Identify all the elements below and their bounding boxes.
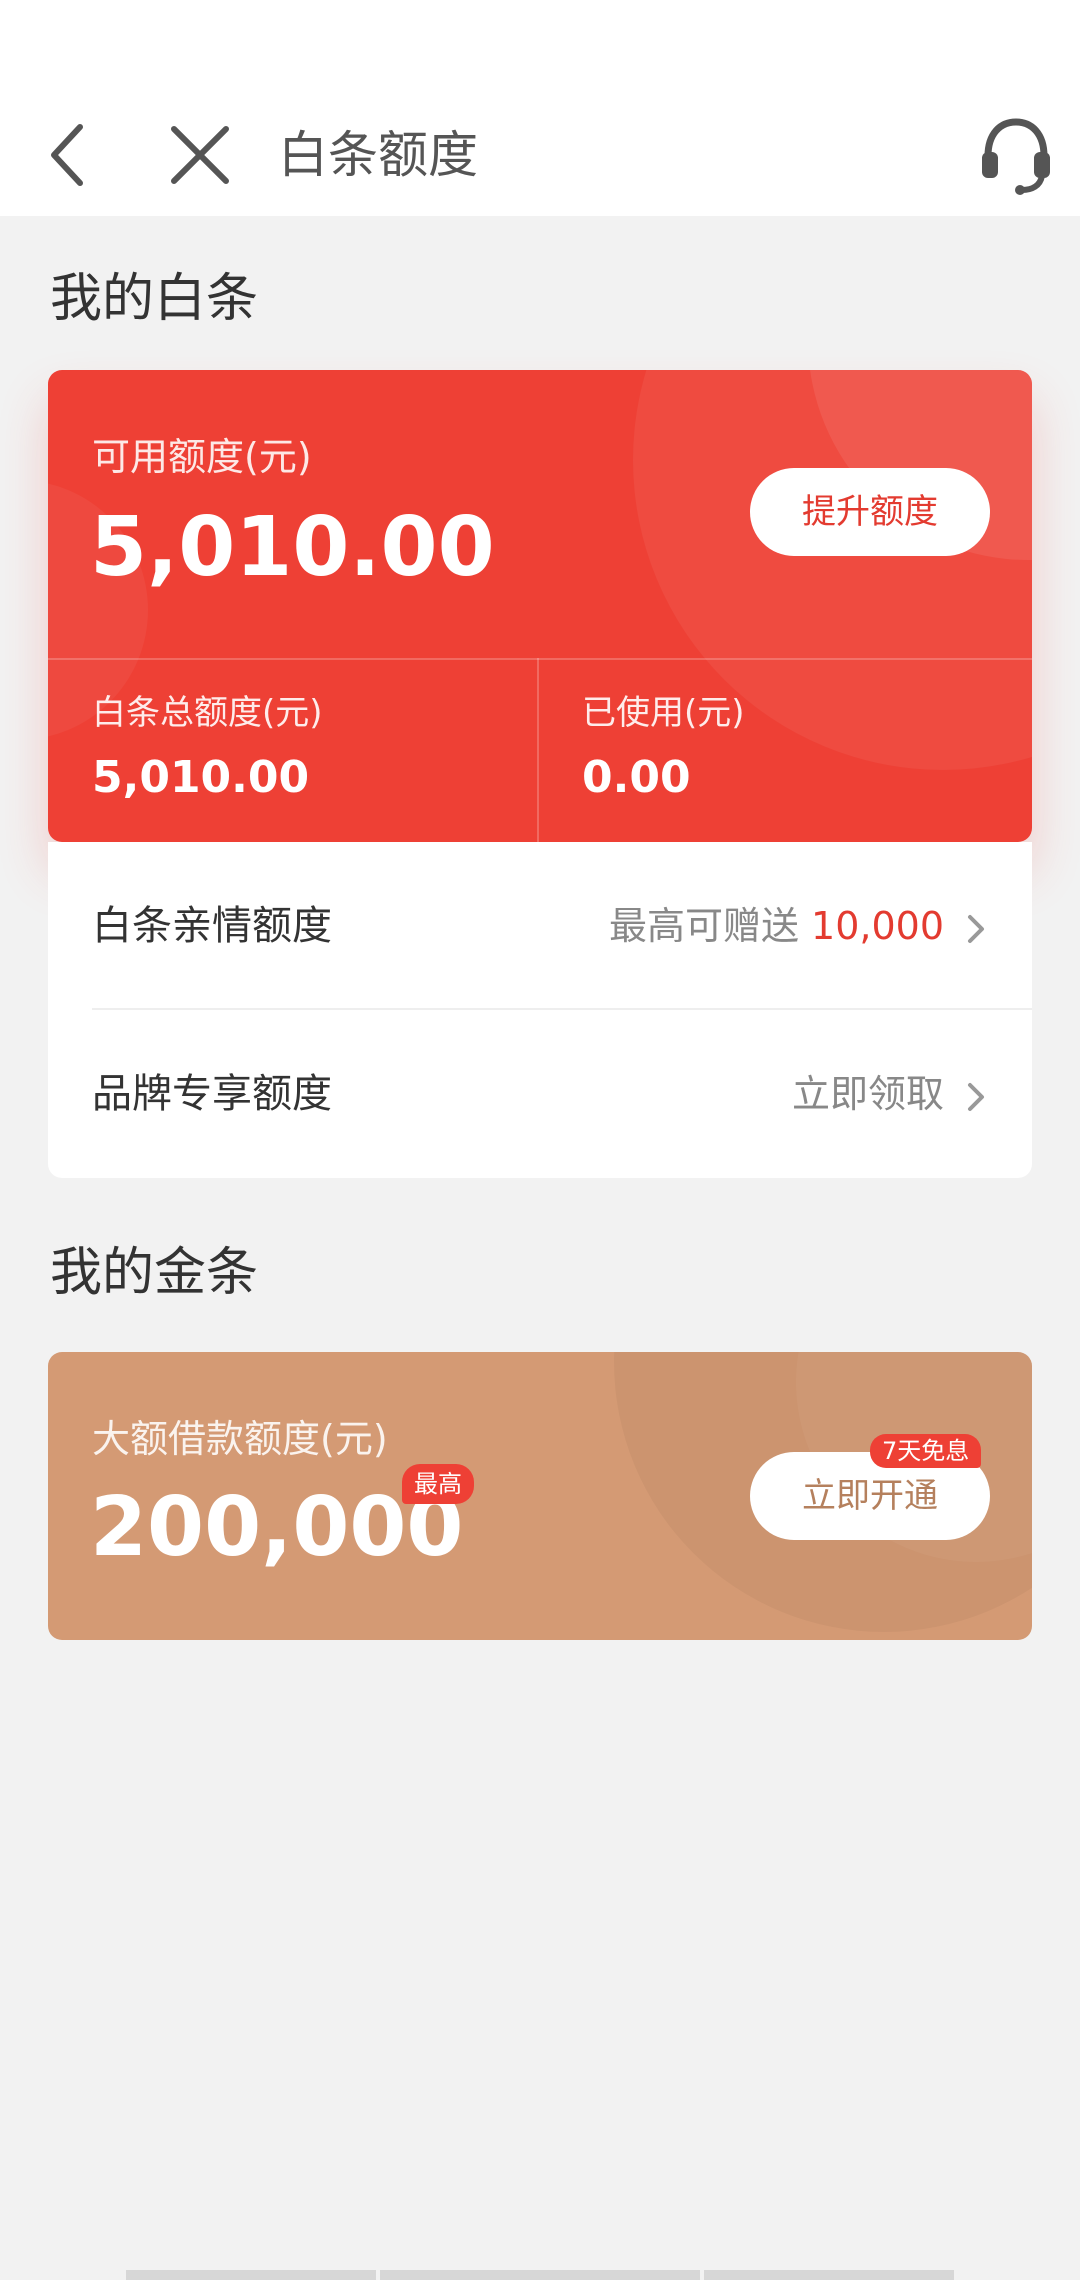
loan-limit-label: 大额借款额度(元) [92, 1417, 388, 1461]
baitiao-section-title: 我的白条 [50, 269, 259, 329]
total-credit-value: 5,010.00 [92, 752, 310, 803]
status-bar [0, 0, 1080, 90]
back-arrow-icon[interactable] [40, 115, 120, 195]
bottom-tab-indicator [704, 2270, 954, 2280]
divider [537, 658, 539, 842]
total-credit-label: 白条总额度(元) [92, 693, 323, 733]
family-limit-label: 白条亲情额度 [92, 903, 332, 949]
family-limit-prefix: 最高可赠送 [609, 904, 800, 948]
family-limit-row[interactable]: 白条亲情额度 最高可赠送 10,000 [48, 842, 1032, 1010]
navigation-bar: 白条额度 [0, 90, 1080, 216]
bottom-tab-indicator [126, 2270, 376, 2280]
chevron-right-icon [962, 1074, 990, 1114]
used-credit-label: 已使用(元) [582, 693, 745, 733]
extra-limits-panel: 白条亲情额度 最高可赠送 10,000 品牌专享额度 立即领取 [48, 842, 1032, 1178]
baitiao-credit-card: 可用额度(元) 5,010.00 提升额度 白条总额度(元) 5,010.00 … [48, 370, 1032, 842]
brand-limit-label: 品牌专享额度 [92, 1071, 332, 1117]
family-limit-detail: 最高可赠送 10,000 [609, 896, 990, 956]
customer-service-headset-icon[interactable] [974, 112, 1058, 196]
divider [48, 658, 1032, 660]
close-icon[interactable] [160, 115, 240, 195]
family-limit-amount: 10,000 [811, 904, 944, 948]
bottom-tab-indicator [380, 2270, 700, 2280]
interest-free-badge: 7天免息 [870, 1434, 982, 1468]
brand-limit-detail: 立即领取 [792, 1064, 990, 1124]
jintiao-loan-card: 大额借款额度(元) 200,000 最高 立即开通 7天免息 [48, 1352, 1032, 1640]
max-badge: 最高 [402, 1464, 474, 1504]
available-credit-label: 可用额度(元) [92, 435, 312, 479]
used-credit-value: 0.00 [582, 752, 691, 803]
jintiao-section-title: 我的金条 [50, 1243, 259, 1303]
raise-limit-button[interactable]: 提升额度 [750, 468, 990, 556]
available-credit-value: 5,010.00 [90, 500, 495, 595]
brand-limit-action: 立即领取 [791, 1072, 944, 1116]
page-title: 白条额度 [278, 126, 478, 184]
chevron-right-icon [962, 906, 990, 946]
brand-limit-row[interactable]: 品牌专享额度 立即领取 [48, 1010, 1032, 1178]
